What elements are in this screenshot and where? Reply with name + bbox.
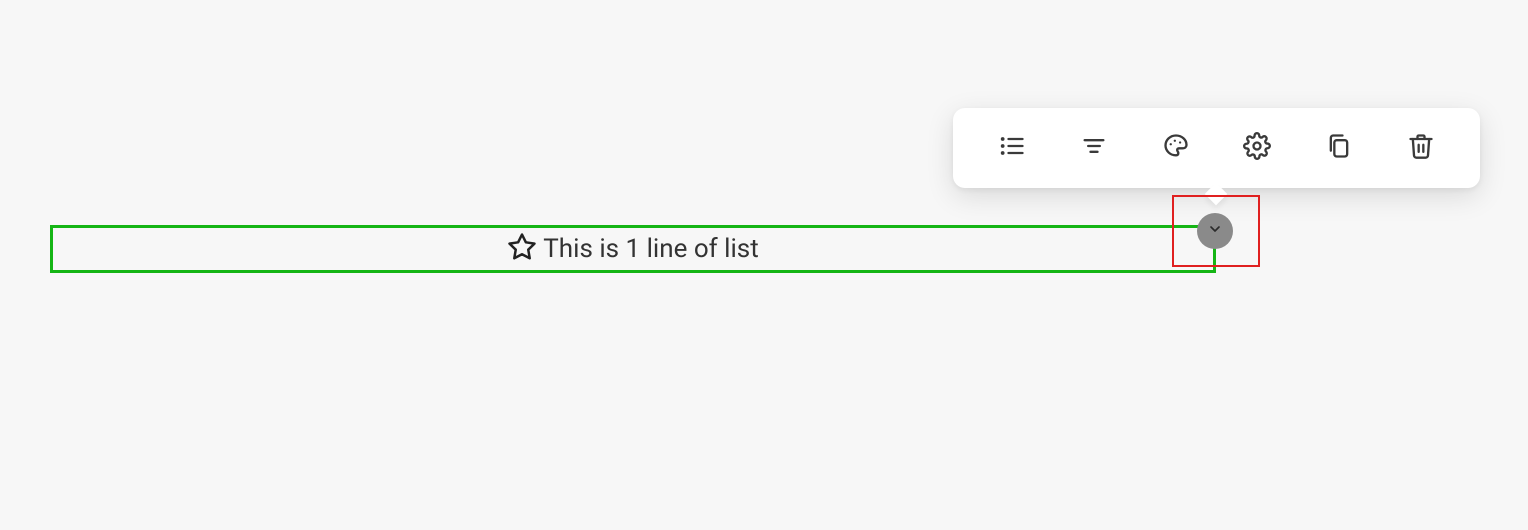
floating-toolbar: [953, 108, 1480, 188]
align-icon: [1080, 132, 1108, 164]
trash-icon: [1407, 132, 1435, 164]
chevron-down-icon: [1207, 221, 1223, 241]
expand-toggle[interactable]: [1197, 213, 1233, 249]
copy-icon: [1325, 132, 1353, 164]
list-element-selected[interactable]: This is 1 line of list: [50, 225, 1216, 273]
list-item: This is 1 line of list: [507, 232, 758, 267]
list-button[interactable]: [990, 126, 1034, 170]
palette-icon: [1162, 132, 1190, 164]
star-icon: [507, 232, 537, 267]
settings-icon: [1243, 132, 1271, 164]
palette-button[interactable]: [1154, 126, 1198, 170]
copy-button[interactable]: [1317, 126, 1361, 170]
list-icon: [998, 132, 1026, 164]
trash-button[interactable]: [1399, 126, 1443, 170]
align-button[interactable]: [1072, 126, 1116, 170]
settings-button[interactable]: [1235, 126, 1279, 170]
list-item-text: This is 1 line of list: [543, 236, 758, 262]
